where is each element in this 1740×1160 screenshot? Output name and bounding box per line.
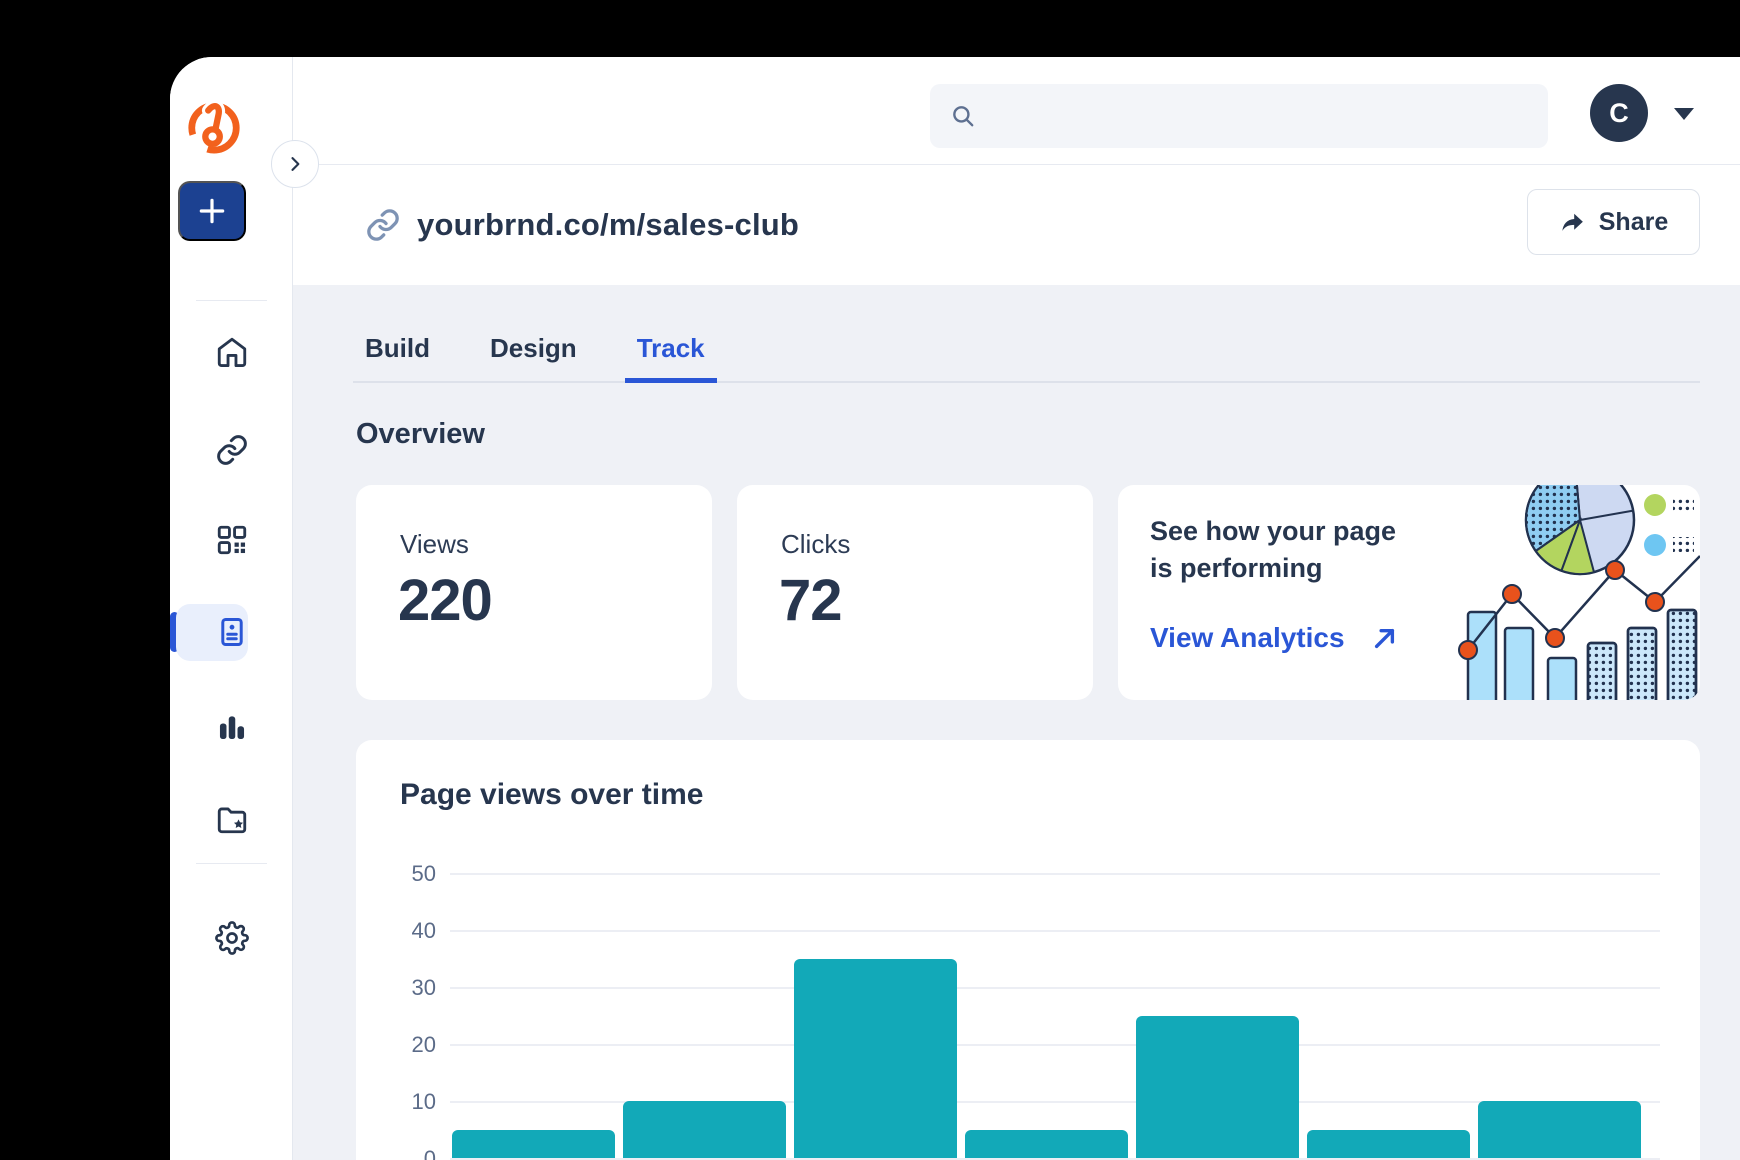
gridline-y30 [450,987,1660,989]
tab-design[interactable]: Design [478,333,589,383]
y-axis-tick-50: 50 [356,861,436,887]
tab-track[interactable]: Track [625,333,717,383]
bar-6[interactable] [1307,1130,1470,1159]
chart-title: Page views over time [400,778,704,812]
sidebar [170,57,293,1160]
tab-build[interactable]: Build [353,333,442,383]
link-icon [215,433,249,467]
clicks-stat-card: Clicks 72 [737,485,1093,700]
main-content: Build Design Track Overview Views 220 Cl… [293,285,1740,1160]
legend-dot-blue [1644,534,1666,556]
gridline-y40 [450,930,1660,932]
sidebar-divider [196,300,267,301]
clicks-value: 72 [779,567,842,634]
share-button[interactable]: Share [1527,189,1700,255]
sidebar-item-links[interactable] [184,422,280,478]
gridline-y20 [450,1044,1660,1046]
bar-3[interactable] [794,959,957,1159]
bar-chart-icon [215,710,249,744]
arrow-up-right-icon [1371,625,1398,652]
share-arrow-icon [1559,209,1586,236]
link-icon [365,207,401,243]
share-button-label: Share [1599,208,1668,237]
bar-1[interactable] [452,1130,615,1159]
create-new-button[interactable] [178,181,246,241]
caret-down-icon[interactable] [1674,108,1694,120]
legend-swatch [1673,537,1694,552]
views-label: Views [400,529,469,560]
topbar: C [293,57,1740,165]
gridline-y50 [450,873,1660,875]
promo-title: See how your page is performing [1150,513,1396,587]
promo-title-line2: is performing [1150,550,1396,587]
search-icon [950,103,976,129]
legend-dot-green [1644,494,1666,516]
sidebar-item-pages[interactable] [184,604,280,660]
promo-title-line1: See how your page [1150,513,1396,550]
analytics-promo-card: See how your page is performing View Ana… [1118,485,1700,700]
sidebar-collapse-button[interactable] [271,140,319,188]
sidebar-item-campaigns[interactable] [184,792,280,848]
plus-icon [196,195,228,227]
avatar[interactable]: C [1590,84,1648,142]
page-views-chart-card: Page views over time 0 10 20 30 40 50 [356,740,1700,1160]
clicks-label: Clicks [781,529,850,560]
views-value: 220 [398,567,492,634]
bar-7[interactable] [1478,1101,1641,1158]
search-box[interactable] [930,84,1548,148]
view-analytics-label: View Analytics [1150,622,1345,654]
search-input[interactable] [988,103,1508,129]
page-title: yourbrnd.co/m/sales-club [417,207,799,243]
gear-icon [215,921,249,955]
y-axis-tick-0: 0 [356,1146,436,1160]
app-window: C yourbrnd.co/m/sales-club Share Build D… [170,57,1740,1160]
views-stat-card: Views 220 [356,485,712,700]
folder-star-icon [215,803,249,837]
chevron-right-icon [285,154,305,174]
sidebar-item-home[interactable] [184,324,280,380]
sidebar-divider [196,863,267,864]
view-analytics-link[interactable]: View Analytics [1150,622,1398,654]
home-icon [215,335,249,369]
sidebar-item-analytics[interactable] [184,699,280,755]
sidebar-item-settings[interactable] [184,910,280,966]
analytics-illustration [1440,485,1700,700]
landing-page-icon [215,615,249,649]
link-header: yourbrnd.co/m/sales-club Share [293,165,1740,285]
y-axis-tick-30: 30 [356,975,436,1001]
y-axis-tick-40: 40 [356,918,436,944]
sidebar-item-qr-codes[interactable] [184,512,280,568]
y-axis-tick-20: 20 [356,1032,436,1058]
bitly-logo[interactable] [185,97,243,155]
bar-chart-doodle [1468,610,1696,700]
bar-4[interactable] [965,1130,1128,1159]
overview-heading: Overview [356,418,485,451]
qr-code-icon [215,523,249,557]
legend-swatch [1673,497,1694,512]
bar-5[interactable] [1136,1016,1299,1159]
tab-bar: Build Design Track [353,333,717,383]
y-axis-tick-10: 10 [356,1089,436,1115]
bar-2[interactable] [623,1101,786,1158]
